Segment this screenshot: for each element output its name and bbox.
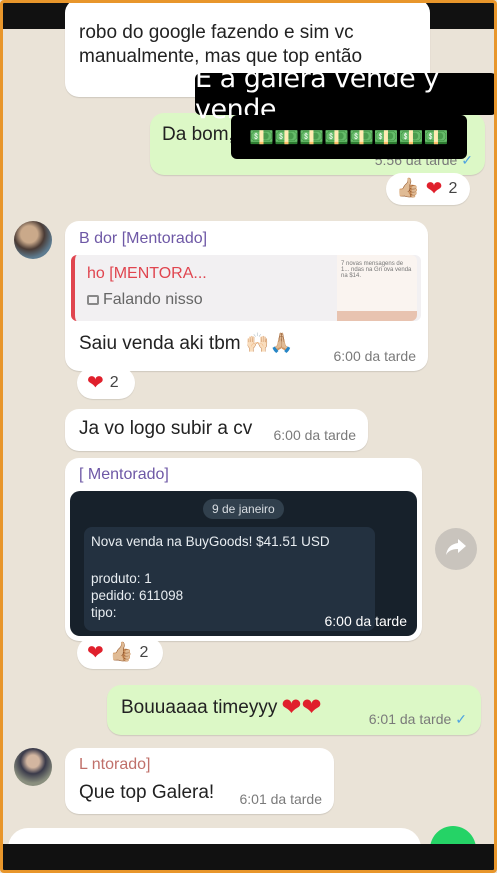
forward-button[interactable] xyxy=(435,528,477,570)
message-reactions[interactable]: 👍🏼 ❤ 2 xyxy=(386,173,470,205)
image-notification-amount: $41.51 USD xyxy=(256,534,330,549)
avatar[interactable] xyxy=(14,221,52,259)
message-text-row: Bouuaaaa timeyyy ❤❤ xyxy=(121,696,322,720)
chat-screen: robo do google fazendo e sim vc manualme… xyxy=(0,0,497,873)
heart-icon: ❤❤ xyxy=(281,694,322,721)
heart-icon: ❤ xyxy=(425,178,443,200)
money-emoji: 💵💵💵💵💵💵💵💵 xyxy=(249,126,449,149)
message-bubble-incoming[interactable]: B dor [Mentorado] ho [MENTORA... Falando… xyxy=(65,221,428,371)
reaction-count: 2 xyxy=(109,374,119,391)
heart-icon: ❤ xyxy=(87,642,104,664)
quoted-text: Falando nisso xyxy=(103,291,203,308)
message-text: Da bom, xyxy=(162,124,234,145)
story-caption-box: E a galera vende y vende xyxy=(195,63,494,125)
image-tipo: tipo: xyxy=(91,605,117,620)
image-icon xyxy=(87,295,99,305)
message-text: robo do google fazendo e sim vc manualme… xyxy=(79,22,363,67)
quoted-thumbnail-text: 7 novas mensagens de 1... ndas na Gri ov… xyxy=(341,261,412,279)
message-time: 6:01 da tarde xyxy=(239,791,322,807)
message-text: Saiu venda aki tbm 🙌🏻🙏🏼 xyxy=(79,333,294,354)
message-text: Ja vo logo subir a cv xyxy=(79,418,253,439)
message-time: 6:00 da tarde xyxy=(273,427,356,443)
share-arrow-icon xyxy=(445,538,467,561)
message-reactions[interactable]: ❤ 👍🏼 2 xyxy=(77,637,163,669)
heart-icon: ❤ xyxy=(87,372,104,394)
image-produto: produto: 1 xyxy=(91,571,152,586)
reaction-count: 2 xyxy=(139,644,149,661)
sender-name: L ntorado] xyxy=(79,756,151,773)
thumbs-up-icon: 👍🏼 xyxy=(396,178,420,199)
money-emoji-strip: 💵💵💵💵💵💵💵💵 xyxy=(231,115,467,159)
quoted-message[interactable]: ho [MENTORA... Falando nisso 7 novas men… xyxy=(71,255,421,321)
message-bubble-incoming[interactable]: L ntorado] Que top Galera! 6:01 da tarde xyxy=(65,748,334,814)
image-notification-title: Nova venda na BuyGoods! xyxy=(91,534,253,549)
image-date-pill: 9 de janeiro xyxy=(203,499,284,519)
thumbs-up-icon: 👍🏼 xyxy=(109,642,134,663)
image-attachment[interactable]: 9 de janeiro Nova venda na BuyGoods! $41… xyxy=(70,491,417,636)
quoted-sender: ho [MENTORA... xyxy=(87,265,207,282)
quoted-text-row: Falando nisso xyxy=(87,291,203,309)
message-time: 6:01 da tarde ✓ xyxy=(368,711,467,727)
message-bubble-outgoing[interactable]: Bouuaaaa timeyyy ❤❤ 6:01 da tarde ✓ xyxy=(107,685,481,735)
message-bubble-incoming[interactable]: Ja vo logo subir a cv 6:00 da tarde xyxy=(65,409,368,451)
image-time: 6:00 da tarde xyxy=(324,613,407,629)
message-bubble-incoming[interactable]: [ Mentorado] 9 de janeiro Nova venda na … xyxy=(65,458,422,641)
message-reactions[interactable]: ❤ 2 xyxy=(77,367,135,399)
bottom-black-bar xyxy=(3,844,494,870)
quoted-thumbnail: 7 novas mensagens de 1... ndas na Gri ov… xyxy=(337,255,417,321)
quoted-thumbnail-footer xyxy=(337,311,417,321)
message-time: 6:00 da tarde xyxy=(333,348,416,364)
message-text: Que top Galera! xyxy=(79,782,215,803)
message-text: Bouuaaaa timeyyy xyxy=(121,697,278,718)
sender-name: B dor [Mentorado] xyxy=(79,230,208,247)
image-notification-title-row: Nova venda na BuyGoods! $41.51 USD xyxy=(91,534,330,549)
read-receipt-icon: ✓ xyxy=(455,711,467,727)
sender-name: [ Mentorado] xyxy=(79,466,169,483)
reaction-count: 2 xyxy=(448,180,458,197)
image-pedido: pedido: 611098 xyxy=(91,588,184,603)
avatar[interactable] xyxy=(14,748,52,786)
